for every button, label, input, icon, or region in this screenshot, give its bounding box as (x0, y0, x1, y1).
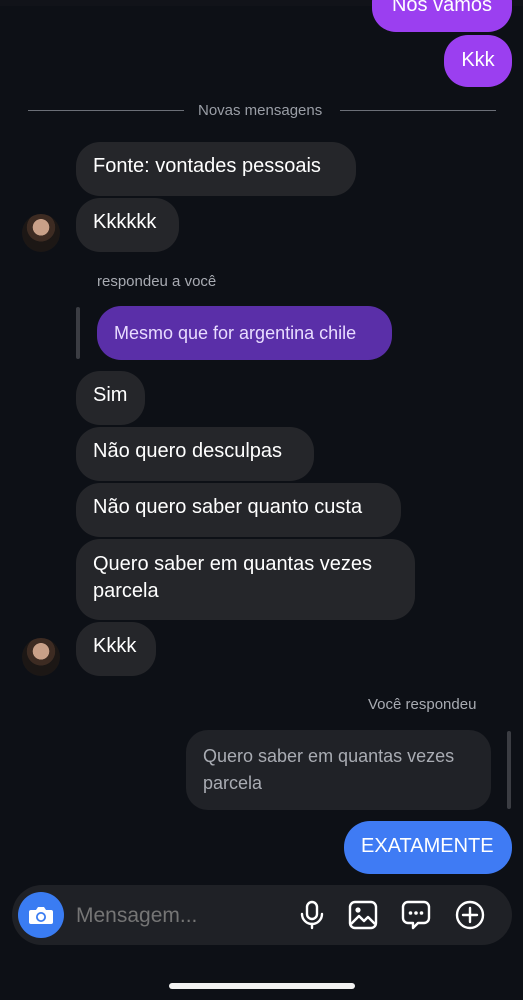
camera-button[interactable] (18, 892, 64, 938)
plus-circle-icon[interactable] (454, 899, 486, 931)
avatar[interactable] (22, 638, 60, 676)
reply-quote-bar (76, 307, 80, 359)
message-text: Quero saber em quantas vezes parcela (203, 746, 455, 793)
chat-bubble-icon[interactable] (400, 899, 432, 931)
new-messages-label: Novas mensagens (198, 102, 323, 119)
message-text: Fonte: vontades pessoais (93, 155, 321, 177)
message-text: EXATAMENTE (361, 835, 494, 857)
microphone-icon[interactable] (296, 899, 328, 931)
avatar[interactable] (22, 214, 60, 252)
quoted-message[interactable]: Quero saber em quantas vezes parcela (186, 730, 491, 810)
message-text: Não quero saber quanto custa (93, 496, 363, 518)
message-received[interactable]: Kkkkkk (76, 198, 179, 252)
message-received[interactable]: Quero saber em quantas vezes parcela (76, 539, 415, 620)
message-received[interactable]: Não quero desculpas (76, 427, 314, 481)
message-sent[interactable]: Kkk (444, 35, 512, 87)
divider-left (28, 110, 184, 111)
message-text: Nós vamos (391, 0, 493, 16)
message-received[interactable]: Kkkk (76, 622, 156, 676)
message-text: Não quero desculpas (93, 440, 283, 462)
message-text: Sim (93, 384, 128, 406)
message-text: Mesmo que for argentina chile (114, 323, 357, 343)
message-text: Quero saber em quantas vezes parcela (93, 553, 373, 602)
reply-quote-bar (507, 731, 511, 809)
you-replied-label: Você respondeu (368, 696, 477, 713)
message-received[interactable]: Fonte: vontades pessoais (76, 142, 356, 196)
message-received[interactable]: Não quero saber quanto custa (76, 483, 401, 537)
message-received[interactable]: Sim (76, 371, 145, 425)
message-text: Kkkk (93, 635, 137, 657)
home-indicator (169, 983, 355, 989)
message-text: Kkk (461, 49, 495, 71)
reply-label: respondeu a você (97, 273, 217, 290)
message-sent[interactable]: EXATAMENTE (344, 821, 512, 874)
camera-icon (28, 904, 54, 926)
message-text: Kkkkkk (93, 211, 157, 233)
message-input[interactable] (74, 897, 293, 935)
image-icon[interactable] (347, 899, 379, 931)
quoted-message[interactable]: Mesmo que for argentina chile (97, 306, 392, 360)
divider-right (340, 110, 496, 111)
message-composer[interactable] (12, 885, 512, 945)
message-sent-partial[interactable]: Nós vamos (372, 0, 512, 32)
